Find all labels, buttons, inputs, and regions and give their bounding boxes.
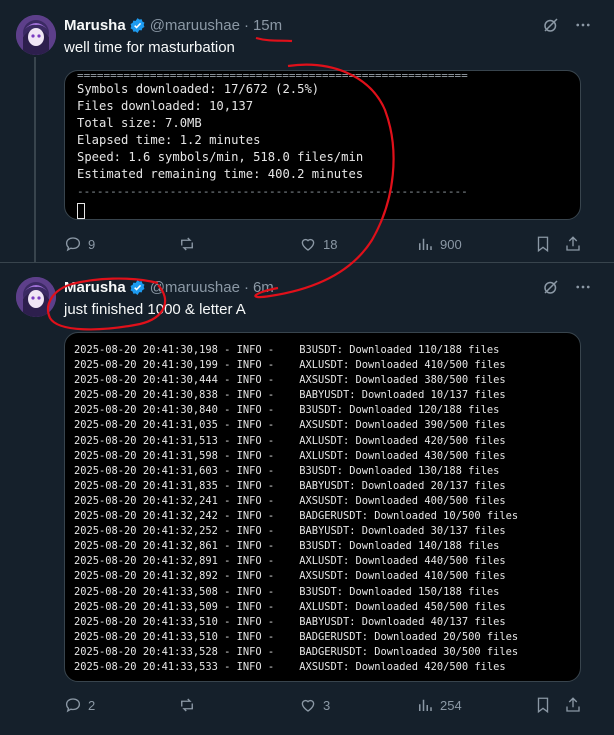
bookmark-icon [534,696,552,714]
more-options-icon[interactable] [574,278,592,296]
reply-count: 9 [88,236,96,252]
terminal-line: Symbols downloaded: 17/672 (2.5%) [77,82,320,96]
reply-button[interactable]: 2 [64,696,95,714]
log-line: 2025-08-20 20:41:31,513 - INFO - AXLUSDT… [74,434,506,447]
log-line: 2025-08-20 20:41:31,603 - INFO - B3USDT:… [74,464,500,477]
log-line: 2025-08-20 20:41:32,892 - INFO - AXSUSDT… [74,570,506,583]
terminal-line: Total size: 7.0MB [77,116,202,130]
log-screenshot[interactable]: 2025-08-20 20:41:30,198 - INFO - B3USDT:… [64,332,581,682]
separator-dot: · [243,278,249,296]
avatar[interactable] [16,15,56,55]
bookmark-icon [534,235,552,253]
log-line: 2025-08-20 20:41:30,838 - INFO - BABYUSD… [74,389,506,402]
reply-count: 2 [88,697,96,713]
post-1[interactable]: Marusha @maruushae · 15m well time for m… [0,0,614,262]
views-count: 900 [440,236,462,252]
terminal-screenshot[interactable]: ========================================… [64,70,581,220]
like-button[interactable]: 3 [299,696,330,714]
views-icon [416,235,434,253]
author-handle[interactable]: @maruushae [150,17,240,34]
log-line: 2025-08-20 20:41:31,598 - INFO - AXLUSDT… [74,449,506,462]
log-line: 2025-08-20 20:41:33,508 - INFO - B3USDT:… [74,585,500,598]
log-line: 2025-08-20 20:41:32,252 - INFO - BABYUSD… [74,525,506,538]
log-line: 2025-08-20 20:41:33,533 - INFO - AXSUSDT… [74,660,506,673]
bookmark-button[interactable] [534,235,552,253]
terminal-cursor [74,681,80,682]
views-button[interactable]: 254 [416,696,462,714]
post-2[interactable]: Marusha @maruushae · 6m just finished 10… [0,262,614,735]
terminal-line: Files downloaded: 10,137 [77,99,254,113]
log-line: 2025-08-20 20:41:32,241 - INFO - AXSUSDT… [74,494,506,507]
share-button[interactable] [564,235,582,253]
terminal-separator-top: ========================================… [77,71,468,81]
post-actions: 9 18 900 [64,235,584,255]
log-line: 2025-08-20 20:41:32,891 - INFO - AXLUSDT… [74,555,506,568]
bookmark-button[interactable] [534,696,552,714]
more-options-icon[interactable] [574,16,592,34]
post-time[interactable]: 6m [253,279,274,296]
reply-button[interactable]: 9 [64,235,95,253]
views-icon [416,696,434,714]
share-icon [564,235,582,253]
like-count: 3 [323,697,331,713]
separator-dot: · [243,16,249,34]
post-top-actions [542,278,592,296]
thread-line [34,57,36,262]
log-line: 2025-08-20 20:41:33,510 - INFO - BABYUSD… [74,615,506,628]
terminal-line: Elapsed time: 1.2 minutes [77,133,261,147]
repost-button[interactable] [178,235,202,253]
log-line: 2025-08-20 20:41:33,528 - INFO - BADGERU… [74,645,519,658]
repost-button[interactable] [178,696,202,714]
verified-badge-icon [129,279,146,296]
verified-badge-icon [129,17,146,34]
log-line: 2025-08-20 20:41:31,035 - INFO - AXSUSDT… [74,419,506,432]
log-line: 2025-08-20 20:41:33,510 - INFO - BADGERU… [74,630,519,643]
grok-icon[interactable] [542,278,560,296]
views-count: 254 [440,697,462,713]
like-count: 18 [323,236,338,252]
grok-icon[interactable] [542,16,560,34]
log-line: 2025-08-20 20:41:31,835 - INFO - BABYUSD… [74,479,506,492]
heart-icon [299,235,317,253]
log-line: 2025-08-20 20:41:30,198 - INFO - B3USDT:… [74,344,500,356]
log-line: 2025-08-20 20:41:32,242 - INFO - BADGERU… [74,510,519,523]
reply-icon [64,696,82,714]
heart-icon [299,696,317,714]
author-handle[interactable]: @maruushae [150,279,240,296]
log-line: 2025-08-20 20:41:30,840 - INFO - B3USDT:… [74,404,500,417]
like-button[interactable]: 18 [299,235,337,253]
log-line: 2025-08-20 20:41:33,509 - INFO - AXLUSDT… [74,600,506,613]
post-header: Marusha @maruushae · 15m [64,15,282,35]
share-icon [564,696,582,714]
post-actions: 2 3 254 [64,696,584,716]
terminal-line: Estimated remaining time: 400.2 minutes [77,167,364,181]
terminal-cursor [77,203,85,219]
post-text: just finished 1000 & letter A [64,301,246,318]
repost-icon [178,696,196,714]
log-line: 2025-08-20 20:41:30,199 - INFO - AXLUSDT… [74,359,506,372]
post-text: well time for masturbation [64,39,235,56]
terminal-separator-bottom: ----------------------------------------… [77,187,468,197]
author-name[interactable]: Marusha [64,17,126,34]
log-line: 2025-08-20 20:41:32,861 - INFO - B3USDT:… [74,540,500,553]
terminal-line: Speed: 1.6 symbols/min, 518.0 files/min [77,150,364,164]
reply-icon [64,235,82,253]
post-time[interactable]: 15m [253,17,282,34]
share-button[interactable] [564,696,582,714]
log-line: 2025-08-20 20:41:30,444 - INFO - AXSUSDT… [74,374,506,387]
repost-icon [178,235,196,253]
author-name[interactable]: Marusha [64,279,126,296]
post-top-actions [542,16,592,34]
post-header: Marusha @maruushae · 6m [64,277,274,297]
avatar[interactable] [16,277,56,317]
views-button[interactable]: 900 [416,235,462,253]
